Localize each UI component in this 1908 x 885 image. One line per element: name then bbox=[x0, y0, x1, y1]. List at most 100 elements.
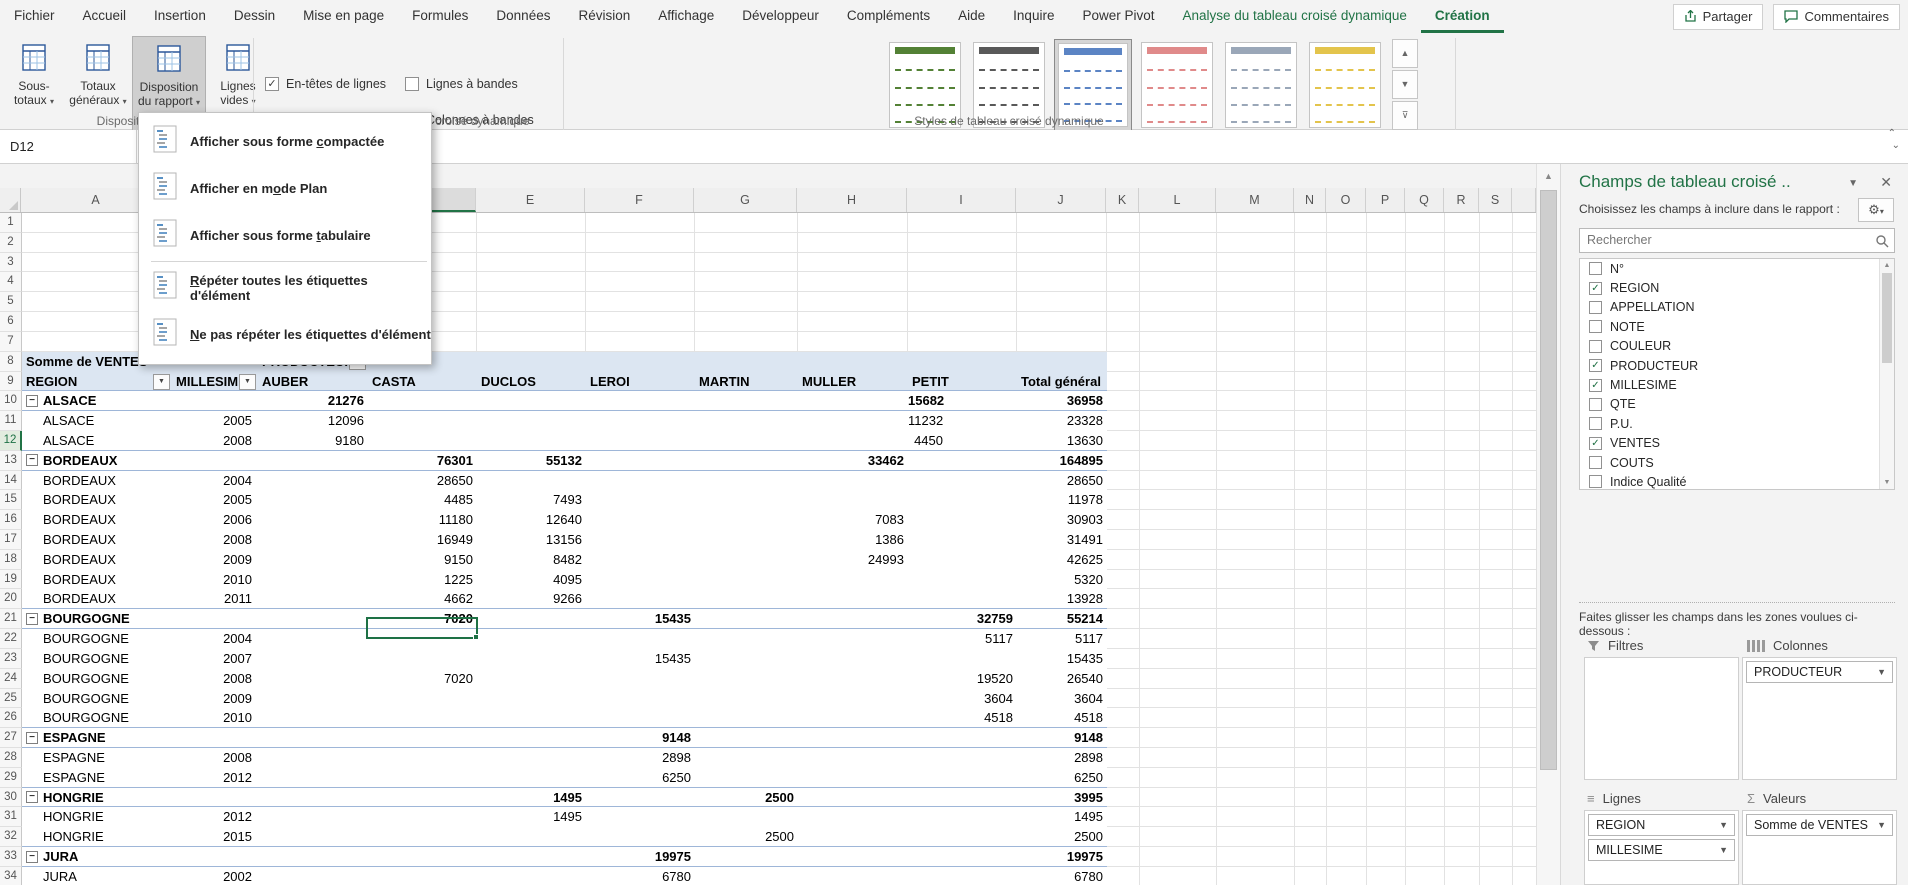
empty-cell[interactable] bbox=[908, 213, 1017, 233]
empty-cell[interactable] bbox=[1295, 550, 1327, 570]
empty-cell[interactable] bbox=[1513, 213, 1536, 233]
empty-cell[interactable] bbox=[1327, 292, 1367, 312]
empty-cell[interactable] bbox=[1480, 510, 1513, 530]
empty-cell[interactable] bbox=[1513, 827, 1536, 847]
empty-cell[interactable] bbox=[1480, 708, 1513, 728]
row-header-3[interactable]: 3 bbox=[0, 253, 22, 273]
empty-cell[interactable] bbox=[798, 213, 908, 233]
empty-cell[interactable] bbox=[1140, 768, 1217, 788]
empty-cell[interactable] bbox=[1295, 391, 1327, 411]
row-header-5[interactable]: 5 bbox=[0, 292, 22, 312]
column-header-E[interactable]: E bbox=[476, 188, 585, 212]
empty-cell[interactable] bbox=[1406, 490, 1445, 510]
empty-cell[interactable] bbox=[1445, 411, 1480, 431]
column-header-Q[interactable]: Q bbox=[1405, 188, 1444, 212]
empty-cell[interactable] bbox=[1295, 352, 1327, 372]
empty-cell[interactable] bbox=[1327, 728, 1367, 748]
empty-cell[interactable] bbox=[1513, 411, 1536, 431]
empty-cell[interactable] bbox=[1327, 847, 1367, 867]
field-item-couleur[interactable]: COULEUR bbox=[1580, 337, 1894, 356]
empty-cell[interactable] bbox=[1367, 372, 1406, 392]
field-item-millesime[interactable]: ✓MILLESIME bbox=[1580, 375, 1894, 394]
empty-cell[interactable] bbox=[1140, 451, 1217, 471]
empty-cell[interactable] bbox=[1107, 213, 1140, 233]
empty-cell[interactable] bbox=[1327, 570, 1367, 590]
empty-cell[interactable] bbox=[1140, 728, 1217, 748]
tab-d-veloppeur[interactable]: Développeur bbox=[728, 0, 833, 33]
field-item-note[interactable]: NOTE bbox=[1580, 317, 1894, 336]
empty-cell[interactable] bbox=[1406, 609, 1445, 629]
empty-cell[interactable] bbox=[1367, 471, 1406, 491]
empty-cell[interactable] bbox=[1367, 708, 1406, 728]
row-header-8[interactable]: 8 bbox=[0, 352, 22, 372]
row-header-4[interactable]: 4 bbox=[0, 272, 22, 292]
empty-cell[interactable] bbox=[1327, 827, 1367, 847]
empty-cell[interactable] bbox=[1513, 233, 1536, 253]
empty-cell[interactable] bbox=[1513, 312, 1536, 332]
empty-cell[interactable] bbox=[1445, 689, 1480, 709]
row-header-18[interactable]: 18 bbox=[0, 550, 22, 570]
column-header-P[interactable]: P bbox=[1366, 188, 1405, 212]
empty-cell[interactable] bbox=[1513, 272, 1536, 292]
empty-cell[interactable] bbox=[477, 332, 586, 352]
empty-cell[interactable] bbox=[1367, 827, 1406, 847]
expand-formula-bar-icon[interactable]: ⌄ bbox=[1892, 140, 1900, 151]
row-header-20[interactable]: 20 bbox=[0, 589, 22, 609]
empty-cell[interactable] bbox=[1367, 609, 1406, 629]
column-header-L[interactable]: L bbox=[1139, 188, 1216, 212]
empty-cell[interactable] bbox=[1217, 332, 1295, 352]
empty-cell[interactable] bbox=[1445, 708, 1480, 728]
empty-cell[interactable] bbox=[1445, 768, 1480, 788]
empty-cell[interactable] bbox=[586, 272, 695, 292]
scroll-up-icon[interactable]: ▲ bbox=[1537, 164, 1560, 188]
comments-button[interactable]: Commentaires bbox=[1773, 4, 1900, 30]
empty-cell[interactable] bbox=[1295, 708, 1327, 728]
empty-cell[interactable] bbox=[1406, 451, 1445, 471]
empty-cell[interactable] bbox=[477, 272, 586, 292]
empty-cell[interactable] bbox=[1480, 788, 1513, 808]
row-header-27[interactable]: 27 bbox=[0, 728, 22, 748]
collapse-button[interactable]: − bbox=[26, 613, 38, 625]
menu-item-ne-pas-r-p-ter-les-tiquettes-d-l-ment[interactable]: Ne pas répéter les étiquettes d'élément bbox=[139, 311, 431, 358]
empty-cell[interactable] bbox=[1480, 451, 1513, 471]
empty-cell[interactable] bbox=[1406, 372, 1445, 392]
pane-close-icon[interactable]: ✕ bbox=[1880, 174, 1892, 191]
empty-cell[interactable] bbox=[1445, 332, 1480, 352]
empty-cell[interactable] bbox=[1217, 748, 1295, 768]
empty-cell[interactable] bbox=[1480, 649, 1513, 669]
empty-cell[interactable] bbox=[1140, 411, 1217, 431]
empty-cell[interactable] bbox=[1367, 292, 1406, 312]
empty-cell[interactable] bbox=[1327, 788, 1367, 808]
empty-cell[interactable] bbox=[1140, 332, 1217, 352]
empty-cell[interactable] bbox=[1367, 213, 1406, 233]
empty-cell[interactable] bbox=[1513, 867, 1536, 885]
empty-cell[interactable] bbox=[1295, 827, 1327, 847]
empty-cell[interactable] bbox=[1406, 867, 1445, 885]
tab-compl-ments[interactable]: Compléments bbox=[833, 0, 944, 33]
scroll-down-icon[interactable]: ▼ bbox=[1880, 476, 1894, 489]
empty-cell[interactable] bbox=[1367, 550, 1406, 570]
empty-cell[interactable] bbox=[1295, 807, 1327, 827]
select-all-corner[interactable] bbox=[0, 188, 21, 212]
tab-r-vision[interactable]: Révision bbox=[564, 0, 644, 33]
empty-cell[interactable] bbox=[1217, 827, 1295, 847]
empty-cell[interactable] bbox=[1513, 490, 1536, 510]
column-header-G[interactable]: G bbox=[694, 188, 797, 212]
row-header-26[interactable]: 26 bbox=[0, 708, 22, 728]
field-item-qte[interactable]: QTE bbox=[1580, 395, 1894, 414]
empty-cell[interactable] bbox=[1107, 589, 1140, 609]
pill-dropdown-icon[interactable]: ▼ bbox=[1877, 815, 1886, 835]
empty-cell[interactable] bbox=[1513, 372, 1536, 392]
empty-cell[interactable] bbox=[1107, 431, 1140, 451]
empty-cell[interactable] bbox=[1406, 768, 1445, 788]
tab-accueil[interactable]: Accueil bbox=[69, 0, 141, 33]
empty-cell[interactable] bbox=[1480, 471, 1513, 491]
empty-cell[interactable] bbox=[1217, 233, 1295, 253]
filters-area-box[interactable] bbox=[1584, 657, 1739, 780]
empty-cell[interactable] bbox=[1445, 510, 1480, 530]
empty-cell[interactable] bbox=[1140, 372, 1217, 392]
checkbox-lignes-bandes[interactable]: Lignes à bandes bbox=[405, 77, 518, 91]
empty-cell[interactable] bbox=[695, 292, 798, 312]
filter-dropdown-icon[interactable]: ▼ bbox=[153, 374, 170, 390]
empty-cell[interactable] bbox=[1217, 391, 1295, 411]
